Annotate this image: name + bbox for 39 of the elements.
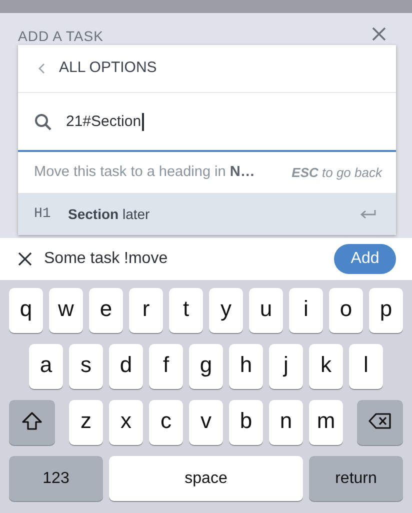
key[interactable]: r: [129, 288, 163, 333]
key[interactable]: a: [29, 344, 63, 389]
hint-text: Move this task to a heading in N…: [34, 162, 255, 182]
key[interactable]: b: [229, 400, 263, 445]
option-row[interactable]: H1 Section later: [18, 193, 396, 235]
key[interactable]: w: [49, 288, 83, 333]
key[interactable]: i: [289, 288, 323, 333]
key[interactable]: p: [369, 288, 403, 333]
numbers-key[interactable]: 123: [9, 456, 103, 501]
option-label: Section later: [68, 204, 151, 224]
back-link[interactable]: ALL OPTIONS: [59, 57, 157, 80]
key[interactable]: z: [69, 400, 103, 445]
key[interactable]: k: [309, 344, 343, 389]
add-button[interactable]: Add: [334, 244, 396, 274]
key[interactable]: d: [109, 344, 143, 389]
task-input[interactable]: Some task !move: [44, 247, 334, 271]
key[interactable]: u: [249, 288, 283, 333]
key[interactable]: m: [309, 400, 343, 445]
search-field[interactable]: 21#Section: [18, 93, 396, 152]
key[interactable]: g: [189, 344, 223, 389]
key[interactable]: e: [89, 288, 123, 333]
key[interactable]: l: [349, 344, 383, 389]
key[interactable]: j: [269, 344, 303, 389]
key[interactable]: x: [109, 400, 143, 445]
key[interactable]: f: [149, 344, 183, 389]
key[interactable]: c: [149, 400, 183, 445]
key[interactable]: v: [189, 400, 223, 445]
key[interactable]: n: [269, 400, 303, 445]
space-key[interactable]: space: [109, 456, 303, 501]
key[interactable]: s: [69, 344, 103, 389]
key[interactable]: q: [9, 288, 43, 333]
sheet-title: ADD A TASK: [18, 27, 104, 46]
key[interactable]: t: [169, 288, 203, 333]
escape-hint: ESC to go back: [292, 164, 382, 182]
key[interactable]: h: [229, 344, 263, 389]
key[interactable]: o: [329, 288, 363, 333]
heading-tag: H1: [34, 204, 68, 224]
return-key[interactable]: return: [309, 456, 403, 501]
key[interactable]: y: [209, 288, 243, 333]
